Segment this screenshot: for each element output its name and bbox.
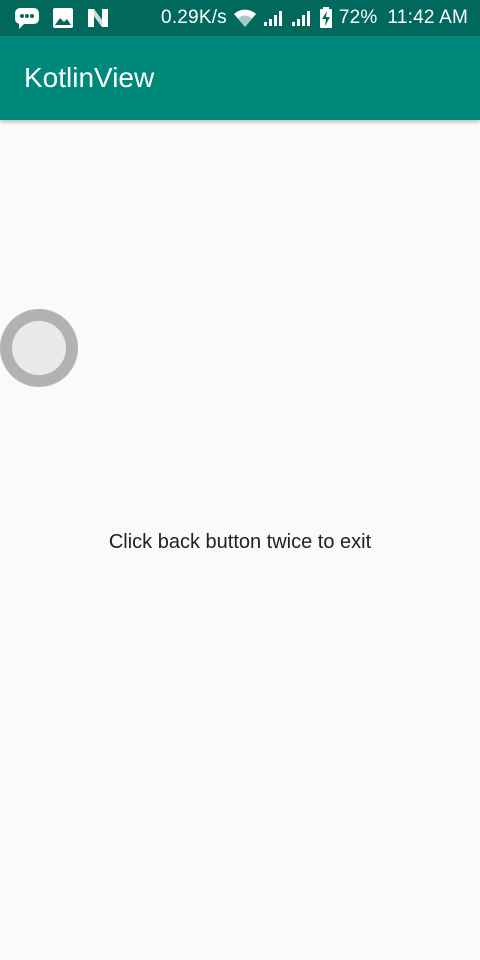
battery-percentage: 72% bbox=[338, 7, 378, 28]
status-bar-system: 0.29K/s 72% 11:42 AM bbox=[161, 6, 468, 30]
signal-icon bbox=[263, 9, 285, 27]
chat-bubble-icon bbox=[14, 7, 40, 29]
status-bar-notifications bbox=[14, 6, 110, 30]
clock: 11:42 AM bbox=[387, 7, 468, 28]
app-bar: KotlinView bbox=[0, 36, 480, 120]
status-bar: 0.29K/s 72% 11:42 AM bbox=[0, 0, 480, 36]
n-logo-icon bbox=[86, 7, 110, 29]
battery-charging-icon bbox=[319, 7, 333, 29]
image-icon bbox=[52, 7, 74, 29]
main-content: Click back button twice to exit bbox=[0, 120, 480, 960]
app-title: KotlinView bbox=[24, 62, 155, 93]
signal-icon bbox=[291, 9, 313, 27]
floating-circle-inner bbox=[12, 321, 66, 375]
network-speed: 0.29K/s bbox=[161, 7, 227, 28]
floating-circle-button[interactable] bbox=[0, 309, 78, 387]
exit-message: Click back button twice to exit bbox=[108, 531, 372, 553]
wifi-icon bbox=[233, 8, 257, 28]
